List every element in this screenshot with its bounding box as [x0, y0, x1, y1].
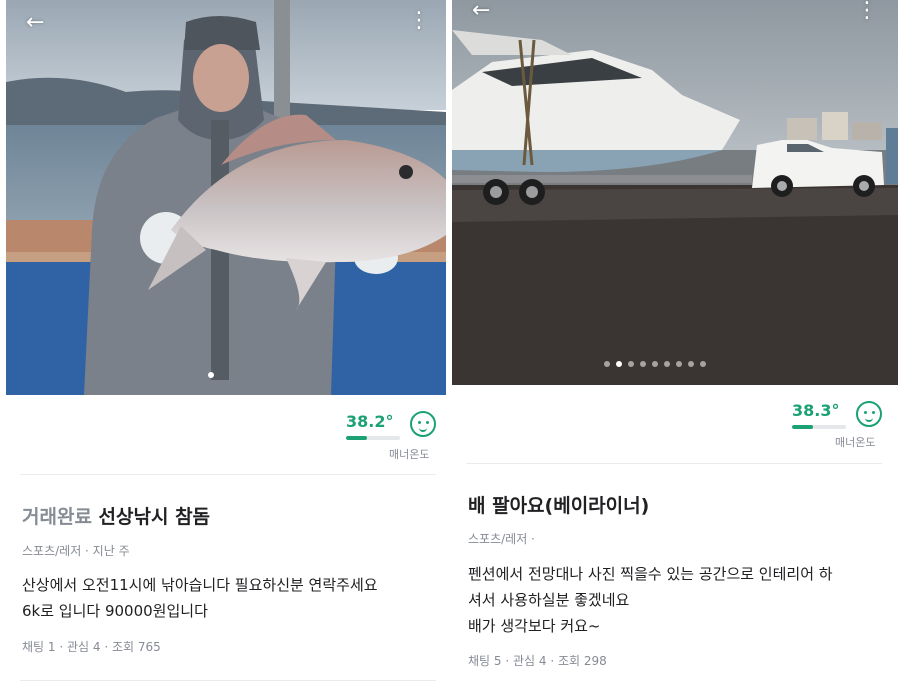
photo-indicator-dot: [604, 361, 610, 367]
more-vertical-icon[interactable]: ⋮: [856, 0, 878, 22]
description-line: 배가 생각보다 커요~: [468, 617, 601, 635]
description-line: 6k로 입니다 90000원입니다: [22, 602, 208, 620]
photo-indicator-dot: [652, 361, 658, 367]
listing-panel-left: ← ⋮ 38.2° 매너온도 거래완료 선상낚시 참돔 스포츠/레저 · 지난 …: [0, 0, 447, 689]
temperature-value: 38.3°: [792, 401, 840, 420]
temperature-bar-fill: [792, 425, 813, 429]
photo-indicator-dot: [676, 361, 682, 367]
temperature-bar: [346, 436, 400, 440]
photo-indicator-dot: [688, 361, 694, 367]
back-arrow-icon[interactable]: ←: [472, 0, 490, 22]
temperature-value: 38.2°: [346, 412, 394, 431]
photo-indicator-dot: [664, 361, 670, 367]
listing-title: 배 팔아요(베이라이너): [468, 491, 649, 518]
back-arrow-icon[interactable]: ←: [26, 12, 44, 34]
listing-title: 거래완료 선상낚시 참돔: [22, 502, 210, 529]
description-line: 셔서 사용하실분 좋겠네요: [468, 591, 630, 609]
divider: [466, 463, 882, 464]
title-text: 선상낚시 참돔: [98, 506, 211, 528]
listing-description: 산상에서 오전11시에 낚아습니다 필요하신분 연락주세요 6k로 입니다 90…: [22, 572, 378, 624]
product-photo[interactable]: ← ⋮: [452, 0, 898, 385]
photo-indicator: [208, 372, 214, 378]
listing-description: 펜션에서 전망대나 사진 찍을수 있는 공간으로 인테리어 하 셔서 사용하실분…: [468, 561, 833, 639]
photo-indicator-dot: [616, 361, 622, 367]
photo-indicator: [604, 361, 706, 367]
trade-status-label: 거래완료: [22, 506, 92, 528]
smiley-face-icon: [410, 411, 436, 437]
product-photo[interactable]: ← ⋮: [6, 0, 446, 395]
divider: [20, 680, 436, 681]
boat-photo-illustration: [452, 0, 898, 385]
title-text: 배 팔아요(베이라이너): [468, 495, 650, 517]
photo-indicator-dot: [628, 361, 634, 367]
temperature-bar: [792, 425, 846, 429]
category-time[interactable]: 스포츠/레저 · 지난 주: [22, 542, 130, 559]
photo-indicator-dot: [700, 361, 706, 367]
photo-indicator-dot: [208, 372, 214, 378]
divider: [20, 474, 436, 475]
temperature-caption: 매너온도: [835, 436, 876, 449]
photo-indicator-dot: [640, 361, 646, 367]
temperature-caption: 매너온도: [389, 448, 430, 461]
description-line: 펜션에서 전망대나 사진 찍을수 있는 공간으로 인테리어 하: [468, 565, 833, 583]
smiley-face-icon: [856, 401, 882, 427]
listing-stats: 채팅 1 · 관심 4 · 조회 765: [22, 640, 161, 654]
listing-stats: 채팅 5 · 관심 4 · 조회 298: [468, 654, 607, 668]
fisherman-photo-illustration: [6, 0, 446, 395]
temperature-bar-fill: [346, 436, 367, 440]
description-line: 산상에서 오전11시에 낚아습니다 필요하신분 연락주세요: [22, 576, 378, 594]
more-vertical-icon[interactable]: ⋮: [408, 10, 430, 32]
category-time[interactable]: 스포츠/레저 ·: [468, 530, 535, 547]
listing-panel-right: ← ⋮ 38.3° 매너온도 배 팔아요(베이라이너) 스포츠/레저 · 펜션에…: [452, 0, 899, 689]
